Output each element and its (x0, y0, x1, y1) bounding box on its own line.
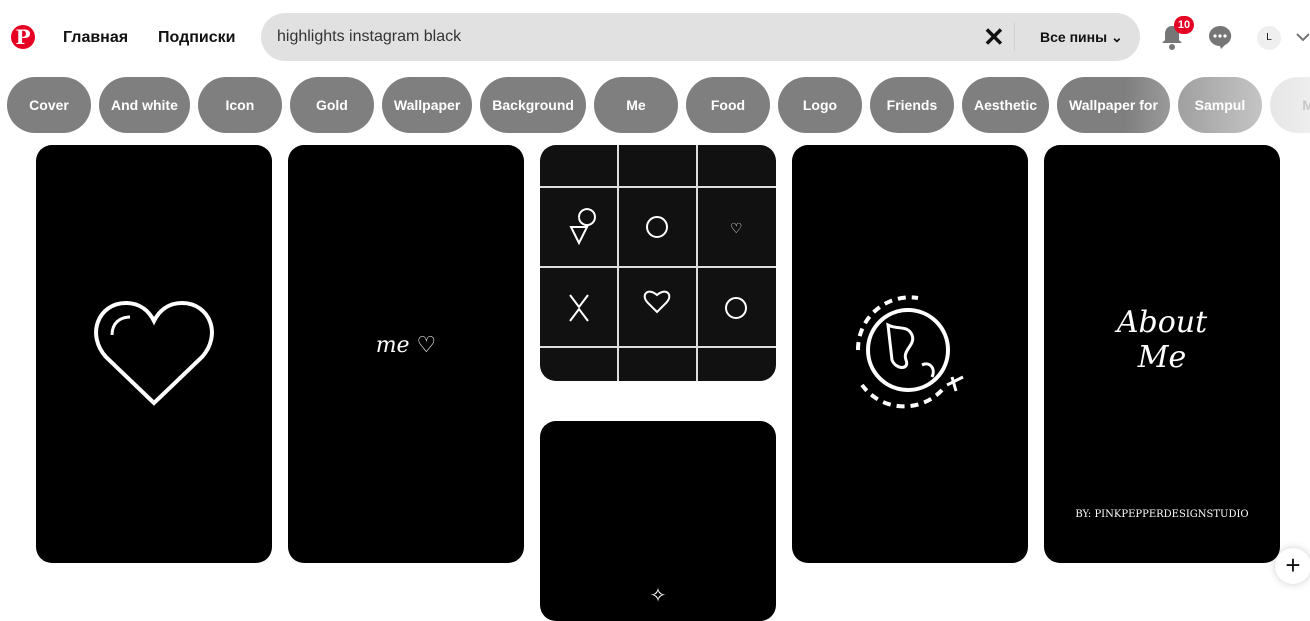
pin-text: me ♡ (375, 333, 437, 358)
chip[interactable]: Wallpaper (381, 77, 473, 133)
filter-dropdown[interactable]: Все пины ⌄ (1040, 29, 1123, 46)
pin-me[interactable]: me ♡ (288, 145, 524, 563)
heart-icon (94, 300, 214, 406)
search-bar: ✕ Все пины ⌄ (261, 13, 1140, 61)
chip[interactable]: Me (1269, 77, 1310, 133)
filter-label: Все пины (1040, 29, 1108, 45)
chevron-down-icon[interactable] (1296, 32, 1310, 42)
pin-heart[interactable] (36, 145, 272, 563)
chip[interactable]: Food (685, 77, 770, 133)
search-input[interactable] (277, 13, 977, 61)
chip[interactable]: Sampul (1177, 77, 1262, 133)
hearts-icon: ♡ (730, 220, 743, 236)
header: P Главная Подписки ✕ Все пины ⌄ 10 L (0, 0, 1310, 76)
pinterest-logo[interactable]: P (11, 25, 35, 49)
chip[interactable]: Icon (197, 77, 282, 133)
chip[interactable]: Logo (777, 77, 862, 133)
avatar[interactable]: L (1257, 26, 1281, 50)
me-line: Me (1137, 340, 1187, 375)
chevron-down-icon: ⌄ (1110, 29, 1123, 45)
chip[interactable]: And white (99, 77, 190, 133)
chip[interactable]: Cover (7, 77, 91, 133)
chip[interactable]: Wallpaper for (1057, 77, 1170, 133)
add-button[interactable]: + (1275, 548, 1310, 584)
chip[interactable]: Aesthetic (961, 77, 1049, 133)
icon-grid: ♡ (540, 145, 776, 381)
chip[interactable]: Me (593, 77, 678, 133)
divider (1014, 23, 1015, 51)
nav-following[interactable]: Подписки (158, 29, 235, 47)
pin-about-me[interactable]: About Me BY: PINKPEPPERDESIGNSTUDIO (1044, 145, 1280, 563)
nav-home[interactable]: Главная (63, 29, 128, 47)
pin-credit: BY: PINKPEPPERDESIGNSTUDIO (1075, 509, 1249, 520)
notification-badge: 10 (1174, 16, 1194, 34)
pin-script-title: About Me (1044, 305, 1280, 375)
sparkle-icon: ✧ (649, 585, 667, 607)
pin-icon-grid[interactable]: ♡ (540, 145, 776, 381)
pin-sparkle[interactable]: ✧ (540, 421, 776, 621)
chip[interactable]: Friends (869, 77, 954, 133)
chip[interactable]: Gold (289, 77, 374, 133)
pin-travel[interactable] (792, 145, 1028, 563)
globe-icon (855, 295, 964, 409)
chip-row: Cover And white Icon Gold Wallpaper Back… (7, 77, 1310, 133)
close-icon[interactable]: ✕ (983, 23, 1005, 51)
about-line: About (1116, 305, 1208, 340)
chip[interactable]: Background (480, 77, 586, 133)
chat-icon[interactable] (1208, 25, 1232, 49)
